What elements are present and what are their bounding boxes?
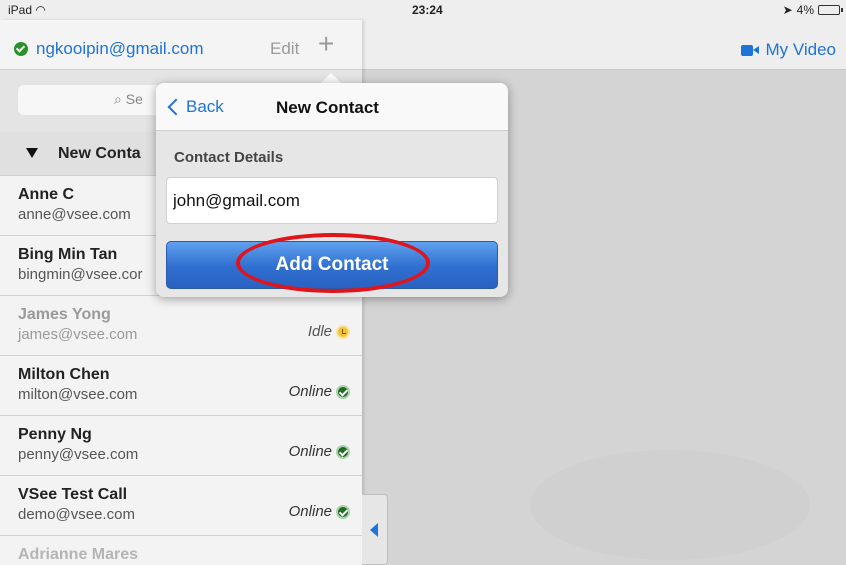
status-bar: iPad ◠ 23:24 ➤ 4% bbox=[0, 0, 846, 20]
wifi-icon: ◠ bbox=[35, 3, 46, 17]
contact-name: Penny Ng bbox=[18, 426, 92, 443]
status-text: Online bbox=[288, 503, 332, 520]
popover-navbar: Back New Contact bbox=[156, 83, 508, 131]
search-placeholder: Se bbox=[125, 91, 143, 107]
add-contact-button[interactable]: Add Contact bbox=[166, 241, 498, 289]
idle-clock-icon bbox=[336, 324, 350, 339]
back-button[interactable]: Back bbox=[166, 97, 224, 117]
back-label: Back bbox=[186, 97, 224, 116]
device-label: iPad bbox=[8, 3, 33, 17]
status-badge: Online bbox=[289, 503, 350, 520]
contact-name: VSee Test Call bbox=[18, 486, 128, 503]
status-text: Online bbox=[288, 383, 332, 400]
triangle-left-icon bbox=[370, 523, 378, 537]
clock: 23:24 bbox=[412, 3, 443, 17]
contact-name: James Yong bbox=[18, 306, 111, 323]
account-status[interactable]: ngkooipin@gmail.com bbox=[14, 39, 204, 59]
contact-name: Anne C bbox=[18, 186, 74, 203]
world-map-background bbox=[530, 450, 810, 560]
contact-email: milton@vsee.com bbox=[18, 386, 138, 403]
online-status-icon bbox=[336, 504, 350, 519]
list-item[interactable]: Milton Chen milton@vsee.com Online bbox=[0, 356, 362, 416]
section-label: Contact Details bbox=[174, 149, 284, 166]
chevron-left-icon bbox=[167, 98, 185, 116]
status-badge: Online bbox=[289, 443, 350, 460]
group-label: New Conta bbox=[58, 145, 141, 162]
contact-email: james@vsee.com bbox=[18, 326, 138, 343]
email-field[interactable] bbox=[166, 177, 498, 224]
list-item[interactable]: Adrianne Mares bbox=[0, 536, 362, 565]
battery-icon bbox=[818, 5, 843, 15]
popover-title: New Contact bbox=[276, 98, 379, 117]
account-email: ngkooipin@gmail.com bbox=[36, 39, 204, 58]
status-badge: Idle bbox=[308, 323, 350, 340]
collapse-sidebar-button[interactable] bbox=[362, 494, 388, 565]
plus-icon[interactable]: + bbox=[318, 30, 334, 58]
contact-name: Adrianne Mares bbox=[18, 546, 139, 563]
online-status-icon bbox=[336, 384, 350, 399]
edit-button[interactable]: Edit bbox=[270, 39, 299, 59]
my-video-label: My Video bbox=[765, 40, 836, 59]
contacts-navbar: ngkooipin@gmail.com Edit + bbox=[0, 20, 362, 70]
list-item[interactable]: VSee Test Call demo@vsee.com Online bbox=[0, 476, 362, 536]
online-status-icon bbox=[14, 42, 28, 56]
video-camera-icon bbox=[741, 44, 760, 56]
location-arrow-icon: ➤ bbox=[782, 3, 793, 17]
detail-navbar: My Video bbox=[360, 20, 846, 70]
contact-email: anne@vsee.com bbox=[18, 206, 131, 223]
contact-email: demo@vsee.com bbox=[18, 506, 135, 523]
list-item[interactable]: Penny Ng penny@vsee.com Online bbox=[0, 416, 362, 476]
contact-name: Milton Chen bbox=[18, 366, 110, 383]
list-item[interactable]: James Yong james@vsee.com Idle bbox=[0, 296, 362, 356]
my-video-button[interactable]: My Video bbox=[741, 40, 836, 60]
popover-arrow bbox=[321, 73, 341, 83]
disclosure-triangle-icon bbox=[26, 148, 38, 158]
contact-name: Bing Min Tan bbox=[18, 246, 118, 263]
battery-percent: 4% bbox=[796, 3, 814, 17]
status-text: Online bbox=[288, 443, 332, 460]
search-icon: ⌕ bbox=[114, 91, 122, 107]
contact-email: bingmin@vsee.cor bbox=[18, 266, 143, 283]
contact-email: penny@vsee.com bbox=[18, 446, 139, 463]
status-badge: Online bbox=[289, 383, 350, 400]
status-text: Idle bbox=[307, 323, 332, 340]
online-status-icon bbox=[336, 444, 350, 459]
new-contact-popover: Back New Contact Contact Details Add Con… bbox=[156, 83, 508, 297]
